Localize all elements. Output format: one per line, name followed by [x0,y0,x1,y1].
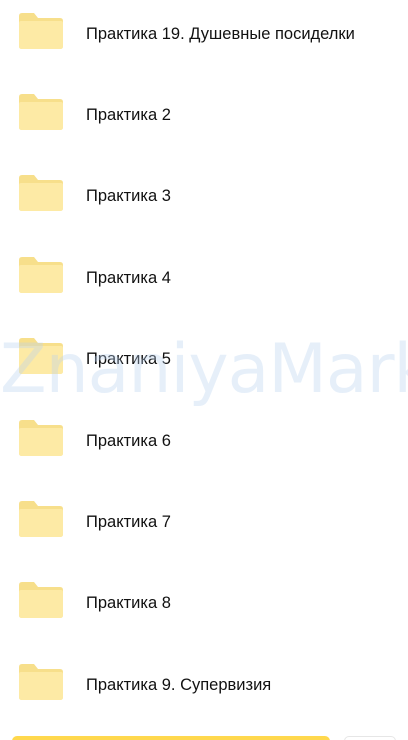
folder-icon [19,664,63,700]
folder-item[interactable]: Практика 9. Супервизия [0,655,408,715]
folder-icon [19,582,63,618]
folder-item[interactable]: Практика 2 [0,85,408,145]
folder-name: Практика 4 [86,269,171,287]
folder-item[interactable]: Практика 5 [0,329,408,389]
folder-item[interactable]: Практика 19. Душевные посиделки [0,4,408,64]
primary-action-button[interactable] [12,736,330,740]
folder-name: Практика 6 [86,432,171,450]
folder-name: Практика 7 [86,513,171,531]
folder-icon [19,94,63,130]
folder-name: Практика 3 [86,187,171,205]
folder-name: Практика 8 [86,594,171,612]
folder-icon [19,420,63,456]
bottom-action-bar [0,730,408,740]
folder-icon [19,501,63,537]
folder-name: Практика 5 [86,350,171,368]
folder-icon [19,257,63,293]
folder-icon [19,338,63,374]
folder-icon [19,13,63,49]
folder-icon [19,175,63,211]
folder-item[interactable]: Практика 8 [0,573,408,633]
folder-item[interactable]: Практика 4 [0,248,408,308]
folder-name: Практика 19. Душевные посиделки [86,25,355,43]
folder-name: Практика 9. Супервизия [86,676,272,694]
folder-item[interactable]: Практика 6 [0,411,408,471]
folder-item[interactable]: Практика 7 [0,492,408,552]
file-browser-screen: Практика 19. Душевные посиделки Практика… [0,0,408,740]
folder-name: Практика 2 [86,106,171,124]
folder-item[interactable]: Практика 3 [0,166,408,226]
secondary-action-button[interactable] [344,736,396,740]
